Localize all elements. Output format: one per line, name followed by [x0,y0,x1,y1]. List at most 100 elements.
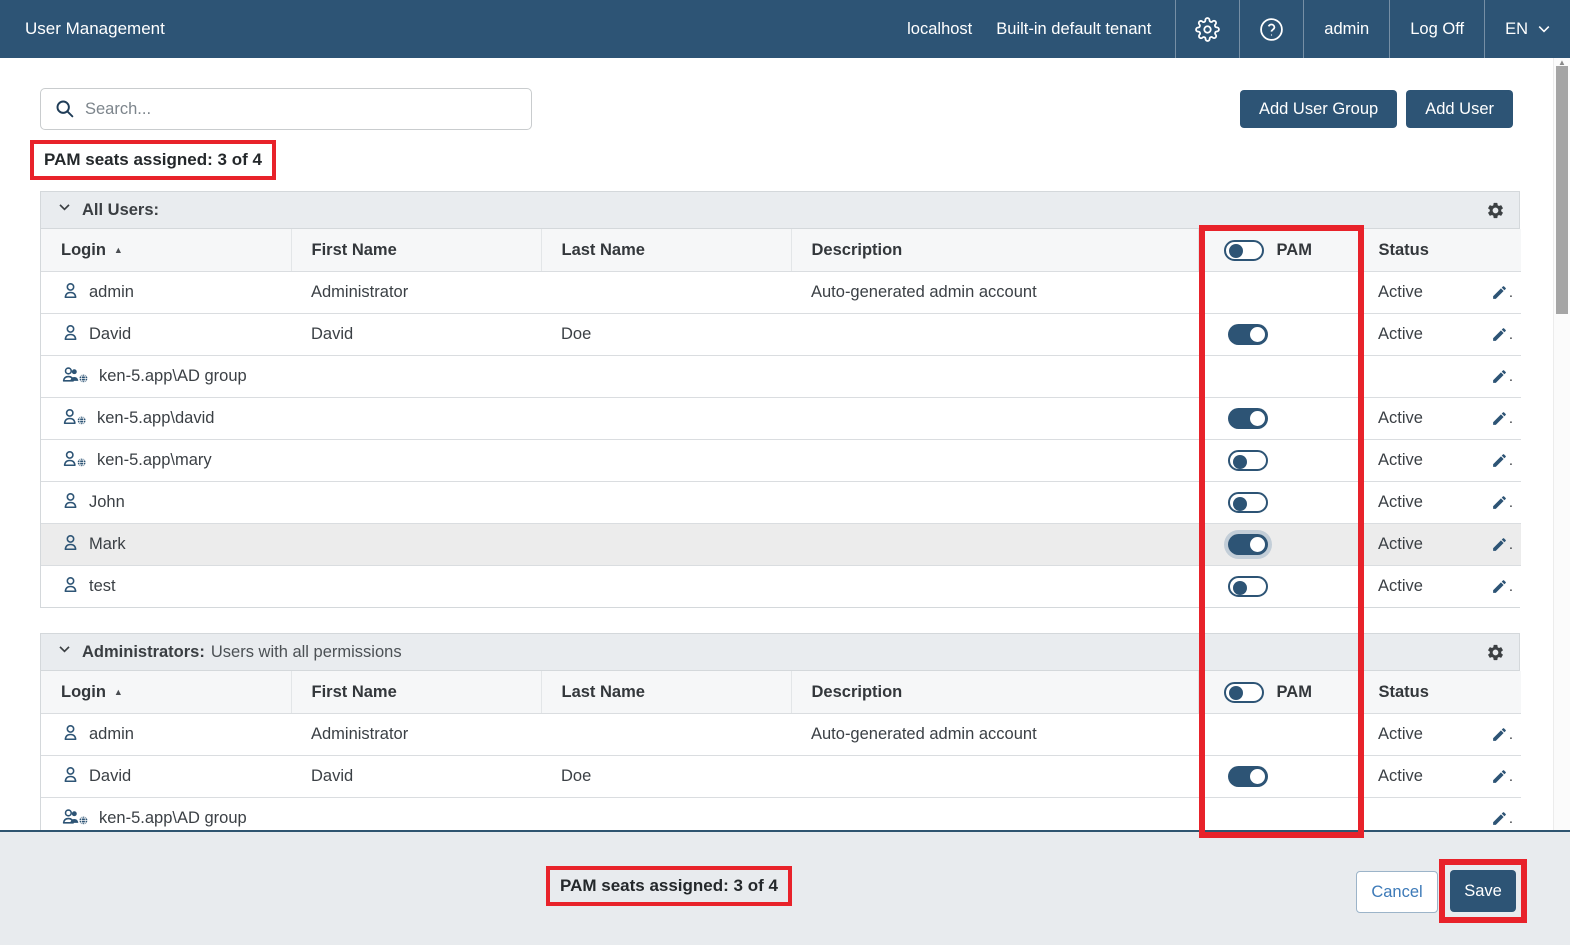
cancel-button[interactable]: Cancel [1356,871,1438,913]
help-icon[interactable] [1240,0,1303,58]
description-value [791,524,1198,566]
pam-toggle[interactable] [1228,492,1268,513]
user-icon [61,281,80,305]
group-title: Administrators: [82,643,205,662]
login-value: ken-5.app\david [97,409,214,428]
pam-toggle-all[interactable] [1224,240,1264,261]
login-value: admin [89,283,134,302]
edit-user-button[interactable]: . [1491,326,1513,343]
description-value [791,756,1198,798]
column-header-last-name[interactable]: Last Name [541,671,791,714]
description-value [791,798,1198,831]
column-header-login[interactable]: Login▲ [41,671,291,714]
scrollbar-thumb[interactable] [1556,66,1568,314]
group-header[interactable]: Administrators: Users with all permissio… [41,634,1519,671]
last-name-value [541,524,791,566]
search-input[interactable] [40,88,532,130]
table-row[interactable]: admin Administrator Auto-generated admin… [41,272,1521,314]
user-globe-icon [61,407,88,431]
save-button[interactable]: Save [1450,870,1516,912]
users-table: Login▲ First Name Last Name Description … [41,671,1521,830]
table-row[interactable]: ken-5.app\mary Active . [41,440,1521,482]
column-header-first-name[interactable]: First Name [291,671,541,714]
table-row[interactable]: ken-5.app\AD group . [41,798,1521,831]
last-name-value: Doe [541,756,791,798]
nav-host-label: localhost [895,0,984,58]
pam-toggle[interactable] [1228,324,1268,345]
column-header-first-name[interactable]: First Name [291,229,541,272]
tenant-selector[interactable]: Built-in default tenant [984,0,1175,58]
pam-toggle[interactable] [1228,766,1268,787]
table-row[interactable]: Mark Active . [41,524,1521,566]
pam-toggle[interactable] [1228,534,1268,555]
settings-gear-icon[interactable] [1176,0,1239,58]
edit-user-button[interactable]: . [1491,494,1513,511]
first-name-value [291,798,541,831]
add-user-group-button[interactable]: Add User Group [1240,90,1397,128]
table-row[interactable]: ken-5.app\david Active . [41,398,1521,440]
edit-user-button[interactable]: . [1491,410,1513,427]
last-name-value: Doe [541,314,791,356]
status-value: Active [1378,283,1423,302]
edit-user-button[interactable]: . [1491,726,1513,743]
user-icon [61,575,80,599]
description-value: Auto-generated admin account [791,272,1198,314]
table-row[interactable]: test Active . [41,566,1521,608]
description-value [791,566,1198,608]
edit-user-button[interactable]: . [1491,768,1513,785]
edit-user-button[interactable]: . [1491,452,1513,469]
user-groups-container: All Users: Login▲ First Name Last Name D… [0,191,1570,830]
table-row[interactable]: David David Doe Active . [41,314,1521,356]
edit-user-button[interactable]: . [1491,810,1513,827]
description-value: Auto-generated admin account [791,714,1198,756]
pam-toggle-all[interactable] [1224,682,1264,703]
group-subtitle: Users with all permissions [211,643,402,662]
nav-username[interactable]: admin [1304,0,1389,58]
user-icon [61,323,80,347]
status-value: Active [1378,767,1423,786]
last-name-value [541,482,791,524]
search-box [40,88,532,130]
group-settings-gear-icon[interactable] [1486,643,1505,662]
column-header-description[interactable]: Description [791,229,1198,272]
group-globe-icon [61,807,90,831]
status-value: Active [1378,409,1423,428]
last-name-value [541,272,791,314]
user-icon [61,723,80,747]
edit-user-button[interactable]: . [1491,284,1513,301]
language-selector[interactable]: EN [1485,0,1570,58]
logoff-button[interactable]: Log Off [1390,0,1484,58]
first-name-value [291,482,541,524]
login-value: David [89,325,131,344]
status-value: Active [1378,493,1423,512]
column-header-status[interactable]: Status [1358,229,1521,272]
edit-user-button[interactable]: . [1491,536,1513,553]
footer: PAM seats assigned: 3 of 4 Cancel Save [0,830,1570,945]
column-header-description[interactable]: Description [791,671,1198,714]
pam-toggle[interactable] [1228,450,1268,471]
table-row[interactable]: David David Doe Active . [41,756,1521,798]
group-settings-gear-icon[interactable] [1486,201,1505,220]
pam-toggle[interactable] [1228,576,1268,597]
column-header-status[interactable]: Status [1358,671,1521,714]
add-user-button[interactable]: Add User [1406,90,1513,128]
last-name-value [541,566,791,608]
column-header-last-name[interactable]: Last Name [541,229,791,272]
pam-toggle[interactable] [1228,408,1268,429]
edit-user-button[interactable]: . [1491,578,1513,595]
scrollbar[interactable]: ▲ [1553,58,1570,830]
table-row[interactable]: admin Administrator Auto-generated admin… [41,714,1521,756]
column-header-pam: PAM [1277,241,1312,260]
chevron-down-icon [57,200,72,220]
last-name-value [541,798,791,831]
table-row[interactable]: John Active . [41,482,1521,524]
description-value [791,314,1198,356]
first-name-value: Administrator [291,714,541,756]
group-header[interactable]: All Users: [41,192,1519,229]
table-row[interactable]: ken-5.app\AD group . [41,356,1521,398]
edit-user-button[interactable]: . [1491,368,1513,385]
first-name-value: David [291,314,541,356]
column-header-login[interactable]: Login▲ [41,229,291,272]
first-name-value: Administrator [291,272,541,314]
sort-ascending-icon: ▲ [114,245,123,255]
